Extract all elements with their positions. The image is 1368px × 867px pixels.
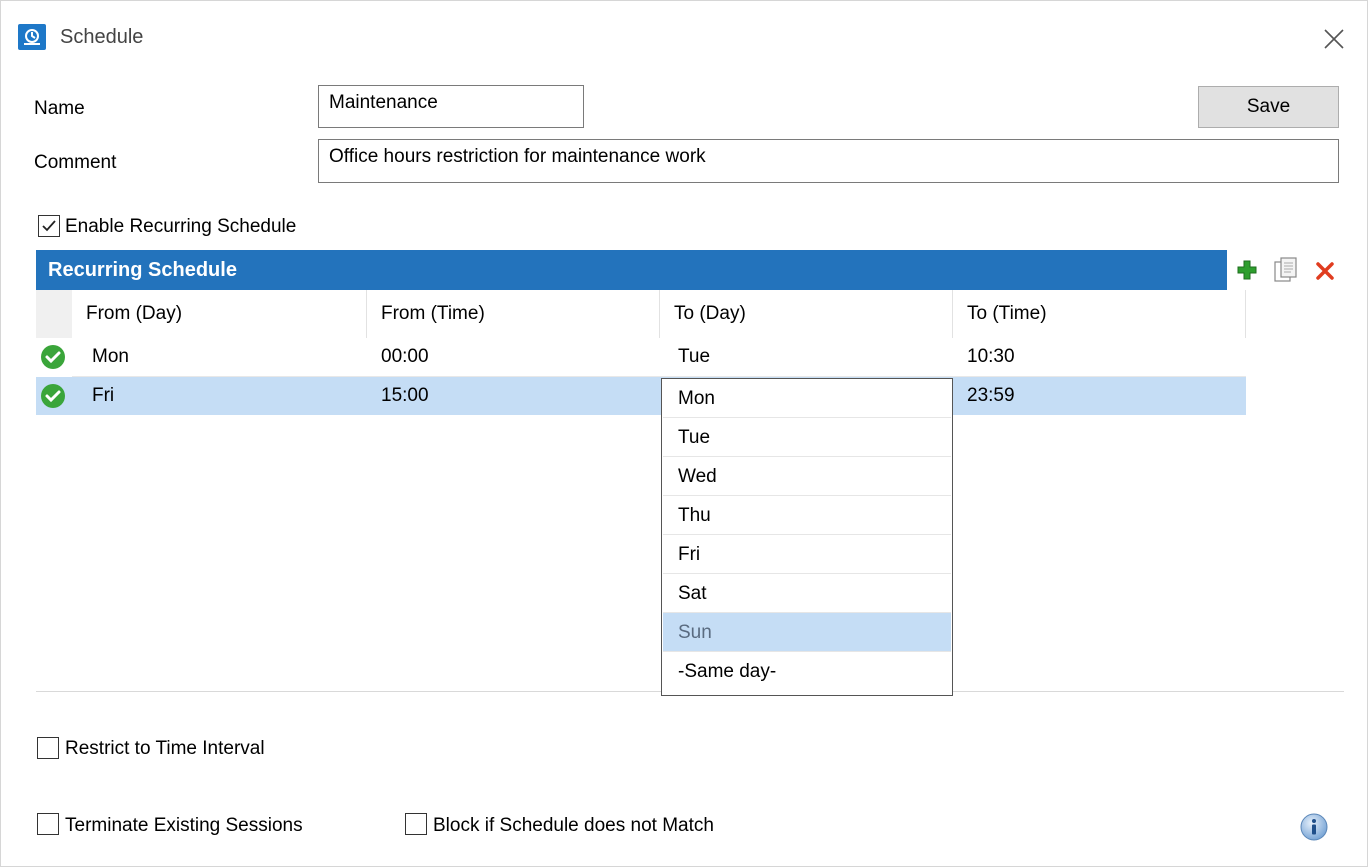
- schedule-dialog: Schedule Name Maintenance Save Comment O…: [0, 0, 1368, 867]
- cell-from-day[interactable]: Mon: [92, 338, 129, 376]
- block-if-no-match-checkbox[interactable]: [405, 813, 427, 835]
- add-icon[interactable]: [1235, 258, 1259, 282]
- column-header-from-time[interactable]: From (Time): [367, 290, 660, 338]
- dropdown-option-same-day[interactable]: -Same day-: [663, 652, 951, 691]
- enable-recurring-checkbox[interactable]: [38, 215, 60, 237]
- cell-from-time[interactable]: 15:00: [381, 377, 429, 415]
- restrict-time-interval-label: Restrict to Time Interval: [65, 738, 265, 759]
- info-icon[interactable]: [1299, 812, 1329, 842]
- cell-to-time[interactable]: 23:59: [967, 377, 1015, 415]
- cell-to-time[interactable]: 10:30: [967, 338, 1015, 376]
- cell-from-day[interactable]: Fri: [92, 377, 114, 415]
- row-selector-header: [36, 290, 72, 338]
- terminate-sessions-checkbox[interactable]: [37, 813, 59, 835]
- check-circle-icon: [41, 345, 65, 369]
- cell-from-time[interactable]: 00:00: [381, 338, 429, 376]
- dropdown-option-mon[interactable]: Mon: [663, 379, 951, 418]
- table-row[interactable]: Mon 00:00 Tue 10:30: [36, 338, 1246, 376]
- dropdown-option-tue[interactable]: Tue: [663, 418, 951, 457]
- restrict-time-interval-checkbox[interactable]: [37, 737, 59, 759]
- name-label: Name: [34, 98, 85, 119]
- cell-to-day[interactable]: Tue: [678, 338, 710, 376]
- checkmark-icon: [42, 220, 56, 232]
- dropdown-option-wed[interactable]: Wed: [663, 457, 951, 496]
- block-if-no-match-label: Block if Schedule does not Match: [433, 815, 714, 836]
- close-icon[interactable]: [1316, 21, 1352, 57]
- comment-field[interactable]: Office hours restriction for maintenance…: [318, 139, 1339, 183]
- dropdown-option-sat[interactable]: Sat: [663, 574, 951, 613]
- column-header-to-day[interactable]: To (Day): [660, 290, 953, 338]
- app-icon: [18, 24, 46, 50]
- title-bar: Schedule: [1, 1, 1367, 67]
- name-field[interactable]: Maintenance: [318, 85, 584, 128]
- table-row-selected[interactable]: Fri 15:00 23:59: [36, 377, 1246, 415]
- save-button[interactable]: Save: [1198, 86, 1339, 128]
- terminate-sessions-label: Terminate Existing Sessions: [65, 815, 303, 836]
- dropdown-option-sun[interactable]: Sun: [663, 613, 951, 652]
- copy-icon[interactable]: [1272, 256, 1300, 284]
- dropdown-option-fri[interactable]: Fri: [663, 535, 951, 574]
- to-day-dropdown-list[interactable]: Mon Tue Wed Thu Fri Sat Sun -Same day-: [661, 378, 953, 696]
- delete-icon[interactable]: [1313, 259, 1337, 283]
- comment-label: Comment: [34, 152, 117, 173]
- enable-recurring-label: Enable Recurring Schedule: [65, 216, 297, 237]
- column-header-to-time[interactable]: To (Time): [953, 290, 1246, 338]
- column-header-from-day[interactable]: From (Day): [72, 290, 367, 338]
- dropdown-option-thu[interactable]: Thu: [663, 496, 951, 535]
- check-circle-icon: [41, 384, 65, 408]
- window-title: Schedule: [60, 26, 144, 48]
- recurring-grid-title: Recurring Schedule: [36, 250, 1227, 290]
